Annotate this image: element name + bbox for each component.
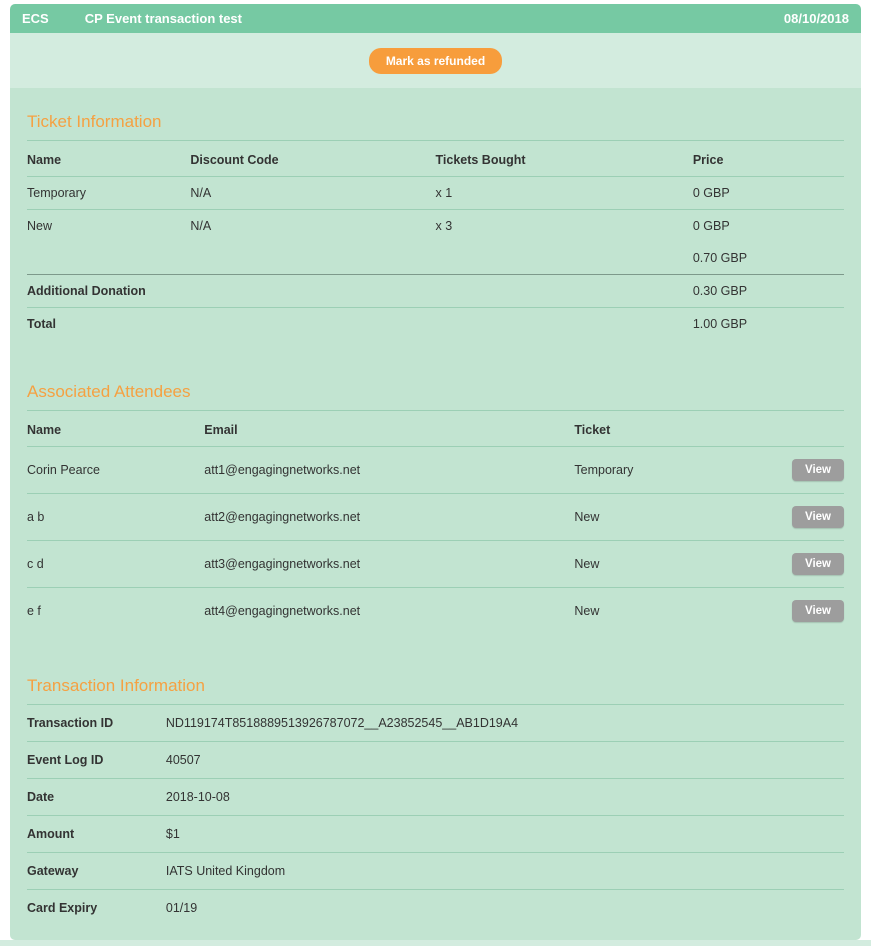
transaction-field-value: $1 <box>166 816 844 853</box>
attendees-table-header-row: Name Email Ticket <box>27 411 844 447</box>
attendee-ticket: New <box>574 588 762 635</box>
ticket-discount-code: N/A <box>190 210 435 243</box>
ticket-name <box>27 242 190 275</box>
transaction-field-label: Gateway <box>27 853 166 890</box>
action-band: Mark as refunded <box>10 33 861 88</box>
attendee-email: att2@engagingnetworks.net <box>204 494 574 541</box>
app-name: ECS <box>22 11 49 26</box>
attendee-row: a b att2@engagingnetworks.net New View <box>27 494 844 541</box>
transaction-field-label: Date <box>27 779 166 816</box>
ticket-information-title: Ticket Information <box>27 112 844 141</box>
transaction-field-label: Card Expiry <box>27 890 166 927</box>
transaction-panel: ECS CP Event transaction test 08/10/2018… <box>10 4 861 940</box>
associated-attendees-title: Associated Attendees <box>27 382 844 411</box>
column-header-tickets-bought: Tickets Bought <box>435 141 692 177</box>
view-attendee-button[interactable]: View <box>792 459 844 481</box>
transaction-field-label: Event Log ID <box>27 742 166 779</box>
column-header-email: Email <box>204 411 574 447</box>
ticket-price: 0.70 GBP <box>693 242 844 275</box>
transaction-row: Gateway IATS United Kingdom <box>27 853 844 890</box>
ticket-bought: x 1 <box>435 177 692 210</box>
attendees-table: Name Email Ticket Corin Pearce att1@enga… <box>27 411 844 634</box>
ticket-name: Temporary <box>27 177 190 210</box>
column-header-name: Name <box>27 411 204 447</box>
attendee-ticket: New <box>574 541 762 588</box>
additional-donation-label: Additional Donation <box>27 275 190 308</box>
transaction-field-value: 01/19 <box>166 890 844 927</box>
column-header-name: Name <box>27 141 190 177</box>
ticket-discount-code <box>190 242 435 275</box>
attendee-row: c d att3@engagingnetworks.net New View <box>27 541 844 588</box>
transaction-table: Transaction ID ND119174T8518889513926787… <box>27 705 844 926</box>
attendee-ticket: Temporary <box>574 447 762 494</box>
attendee-ticket: New <box>574 494 762 541</box>
transaction-row: Event Log ID 40507 <box>27 742 844 779</box>
transaction-field-value: ND119174T8518889513926787072__A23852545_… <box>166 705 844 742</box>
mark-as-refunded-button[interactable]: Mark as refunded <box>369 48 502 74</box>
attendee-email: att3@engagingnetworks.net <box>204 541 574 588</box>
attendee-email: att1@engagingnetworks.net <box>204 447 574 494</box>
ticket-price: 0 GBP <box>693 177 844 210</box>
transaction-field-label: Transaction ID <box>27 705 166 742</box>
transaction-row: Transaction ID ND119174T8518889513926787… <box>27 705 844 742</box>
transaction-field-value: 40507 <box>166 742 844 779</box>
attendee-name: e f <box>27 588 204 635</box>
ticket-row: Temporary N/A x 1 0 GBP <box>27 177 844 210</box>
view-attendee-button[interactable]: View <box>792 600 844 622</box>
ticket-table-header-row: Name Discount Code Tickets Bought Price <box>27 141 844 177</box>
view-attendee-button[interactable]: View <box>792 506 844 528</box>
column-header-ticket: Ticket <box>574 411 762 447</box>
ticket-row: New N/A x 3 0 GBP <box>27 210 844 243</box>
main-content: Ticket Information Name Discount Code Ti… <box>10 88 861 940</box>
header-date: 08/10/2018 <box>784 11 849 26</box>
transaction-field-value: IATS United Kingdom <box>166 853 844 890</box>
header-bar: ECS CP Event transaction test 08/10/2018 <box>10 4 861 33</box>
attendee-row: Corin Pearce att1@engagingnetworks.net T… <box>27 447 844 494</box>
ticket-bought <box>435 242 692 275</box>
additional-donation-row: Additional Donation 0.30 GBP <box>27 275 844 308</box>
ticket-price: 0 GBP <box>693 210 844 243</box>
total-row: Total 1.00 GBP <box>27 308 844 341</box>
ticket-row: 0.70 GBP <box>27 242 844 275</box>
attendee-name: a b <box>27 494 204 541</box>
attendee-name: c d <box>27 541 204 588</box>
transaction-row: Date 2018-10-08 <box>27 779 844 816</box>
transaction-row: Card Expiry 01/19 <box>27 890 844 927</box>
ticket-table: Name Discount Code Tickets Bought Price … <box>27 141 844 340</box>
ticket-discount-code: N/A <box>190 177 435 210</box>
ticket-bought: x 3 <box>435 210 692 243</box>
attendee-name: Corin Pearce <box>27 447 204 494</box>
attendee-email: att4@engagingnetworks.net <box>204 588 574 635</box>
view-attendee-button[interactable]: View <box>792 553 844 575</box>
transaction-information-title: Transaction Information <box>27 676 844 705</box>
additional-donation-price: 0.30 GBP <box>693 275 844 308</box>
transaction-field-value: 2018-10-08 <box>166 779 844 816</box>
total-label: Total <box>27 308 190 341</box>
column-header-price: Price <box>693 141 844 177</box>
page-title: CP Event transaction test <box>85 11 242 26</box>
transaction-field-label: Amount <box>27 816 166 853</box>
column-header-discount-code: Discount Code <box>190 141 435 177</box>
ticket-name: New <box>27 210 190 243</box>
attendee-row: e f att4@engagingnetworks.net New View <box>27 588 844 635</box>
footer-strip <box>0 940 871 946</box>
transaction-row: Amount $1 <box>27 816 844 853</box>
total-price: 1.00 GBP <box>693 308 844 341</box>
